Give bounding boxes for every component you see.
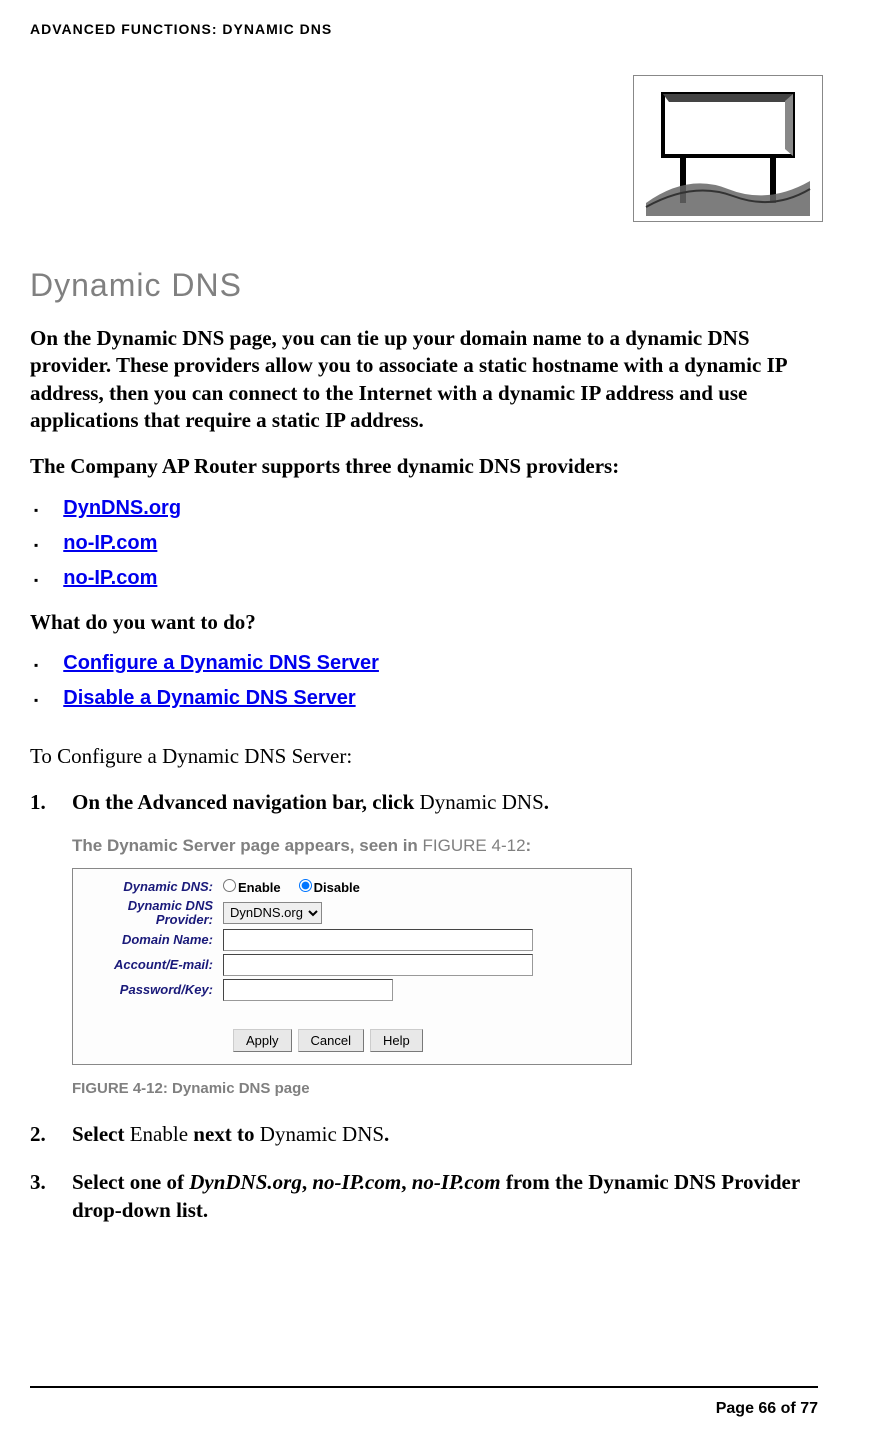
action-link-disable[interactable]: Disable a Dynamic DNS Server xyxy=(63,685,355,712)
radio-enable[interactable] xyxy=(223,879,236,892)
page-footer: Page 66 of 77 xyxy=(30,1386,818,1420)
list-item: Configure a Dynamic DNS Server xyxy=(30,650,848,677)
radio-disable[interactable] xyxy=(299,879,312,892)
steps-list: 1. On the Advanced navigation bar, click… xyxy=(30,788,848,1224)
list-item: no-IP.com xyxy=(30,565,848,592)
configure-heading: To Configure a Dynamic DNS Server: xyxy=(30,742,848,770)
step-2: 2. Select Enable next to Dynamic DNS. xyxy=(72,1120,848,1148)
label-domain: Domain Name: xyxy=(83,933,223,948)
section-title: Dynamic DNS xyxy=(30,264,848,307)
step-3: 3. Select one of DynDNS.org, no-IP.com, … xyxy=(72,1168,848,1225)
provider-list: DynDNS.org no-IP.com no-IP.com xyxy=(30,495,848,592)
radio-enable-label[interactable]: Enable xyxy=(223,879,281,897)
intro-paragraph: On the Dynamic DNS page, you can tie up … xyxy=(30,325,790,434)
provider-link-noip-1[interactable]: no-IP.com xyxy=(63,530,157,557)
billboard-icon xyxy=(638,81,818,216)
step-number: 2. xyxy=(30,1120,46,1148)
figure-ref: FIGURE 4-12 xyxy=(423,836,526,855)
provider-link-noip-2[interactable]: no-IP.com xyxy=(63,565,157,592)
step-1: 1. On the Advanced navigation bar, click… xyxy=(72,788,848,1099)
action-list: Configure a Dynamic DNS Server Disable a… xyxy=(30,650,848,712)
list-item: no-IP.com xyxy=(30,530,848,557)
apply-button[interactable]: Apply xyxy=(233,1029,292,1052)
step-suffix: . xyxy=(544,790,549,814)
result-note: The Dynamic Server page appears, seen in… xyxy=(72,835,848,858)
input-account[interactable] xyxy=(223,954,533,976)
step-number: 3. xyxy=(30,1168,46,1196)
input-domain[interactable] xyxy=(223,929,533,951)
label-password: Password/Key: xyxy=(83,983,223,998)
step-target: Dynamic DNS xyxy=(420,790,544,814)
supports-paragraph: The Company AP Router supports three dyn… xyxy=(30,452,848,480)
select-provider[interactable]: DynDNS.org xyxy=(223,902,322,924)
question-paragraph: What do you want to do? xyxy=(30,608,848,636)
figure-caption: FIGURE 4-12: Dynamic DNS page xyxy=(72,1079,848,1099)
provider-link-dyndns[interactable]: DynDNS.org xyxy=(63,495,181,522)
step-text: On the Advanced navigation bar, click xyxy=(72,790,420,814)
label-account: Account/E-mail: xyxy=(83,958,223,973)
figure-4-12: Dynamic DNS: Enable Disable Dynamic DNSP… xyxy=(72,868,632,1066)
step-number: 1. xyxy=(30,788,46,816)
page-number: Page 66 of 77 xyxy=(716,1400,818,1417)
header-breadcrumb: ADVANCED FUNCTIONS: DYNAMIC DNS xyxy=(30,20,848,39)
input-password[interactable] xyxy=(223,979,393,1001)
label-dynamic-dns: Dynamic DNS: xyxy=(83,880,223,895)
label-provider: Dynamic DNSProvider: xyxy=(83,899,223,926)
section-icon-billboard xyxy=(633,75,823,222)
help-button[interactable]: Help xyxy=(370,1029,423,1052)
cancel-button[interactable]: Cancel xyxy=(298,1029,364,1052)
action-link-configure[interactable]: Configure a Dynamic DNS Server xyxy=(63,650,379,677)
list-item: Disable a Dynamic DNS Server xyxy=(30,685,848,712)
list-item: DynDNS.org xyxy=(30,495,848,522)
radio-disable-label[interactable]: Disable xyxy=(299,879,360,897)
